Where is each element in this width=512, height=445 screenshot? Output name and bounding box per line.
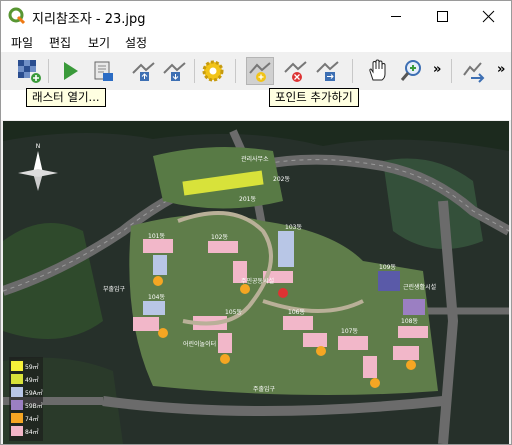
raster-grid-plus-icon — [18, 60, 41, 83]
toolbar-separator — [48, 59, 49, 83]
toolbar-separator — [451, 59, 452, 83]
map-legend: 59㎡ 49㎡ 59A㎡ 59B㎡ 74㎡ 84㎡ — [9, 357, 43, 441]
legend-swatch-2 — [11, 387, 23, 397]
georeferencer-window: 지리참조자 - 23.jpg 파일 편집 보기 설정 » » N 59㎡ 49㎡… — [0, 0, 512, 445]
building-label: 106동 — [288, 309, 305, 316]
minimize-button[interactable] — [373, 1, 419, 32]
area-label: 주민공동시설 — [241, 277, 274, 285]
close-button[interactable] — [465, 1, 511, 32]
building-label: 103동 — [285, 224, 302, 231]
gear-icon — [202, 60, 224, 82]
building-label: 108동 — [401, 318, 418, 325]
toolbar-overflow-button[interactable]: » — [433, 62, 441, 77]
play-icon — [64, 62, 78, 80]
toolbar-separator — [352, 59, 353, 83]
legend-swatch-0 — [11, 361, 23, 371]
link-georeferencer-button[interactable] — [461, 57, 489, 85]
pan-button[interactable] — [364, 57, 392, 85]
toolbar-overflow-button-2[interactable]: » — [497, 62, 505, 77]
building-label: 109동 — [379, 264, 396, 271]
legend-label-1: 49㎡ — [25, 376, 39, 384]
toolbar: » » — [1, 54, 511, 88]
menu-edit[interactable]: 편집 — [49, 34, 71, 51]
add-point-tooltip: 포인트 추가하기 — [269, 88, 359, 107]
generate-gdal-script-button[interactable] — [89, 57, 117, 85]
area-label: 주출입구 — [253, 385, 276, 393]
move-gcp-icon — [316, 61, 339, 81]
menu-file[interactable]: 파일 — [11, 34, 33, 51]
minimize-icon — [391, 16, 401, 17]
maximize-icon — [437, 11, 448, 22]
load-gcp-points-button[interactable] — [130, 57, 158, 85]
legend-label-3: 59B㎡ — [25, 402, 43, 410]
building-label: 107동 — [341, 328, 358, 335]
building-label: 201동 — [239, 196, 256, 203]
area-label: 근린생활시설 — [403, 283, 436, 291]
legend-swatch-4 — [11, 413, 23, 423]
maximize-button[interactable] — [419, 1, 465, 32]
script-scroll-icon — [94, 61, 113, 81]
open-raster-button[interactable] — [15, 57, 43, 85]
open-raster-tooltip: 래스터 열기... — [26, 88, 106, 107]
site-plan-image: N 59㎡ 49㎡ 59A㎡ 59B㎡ 74㎡ 84㎡ 101동 102동 10… — [3, 121, 509, 444]
save-gcp-points-button[interactable] — [161, 57, 189, 85]
area-label: 어린이놀이터 — [183, 340, 216, 348]
legend-label-5: 84㎡ — [25, 428, 39, 436]
building-label: 102동 — [211, 234, 228, 241]
delete-point-icon — [284, 61, 307, 82]
window-title: 지리참조자 - 23.jpg — [32, 12, 146, 27]
delete-point-button[interactable] — [282, 57, 310, 85]
building-label: 101동 — [148, 233, 165, 240]
toolbar-separator — [194, 59, 195, 83]
area-label: 부출입구 — [103, 285, 126, 293]
menu-bar: 파일 편집 보기 설정 — [1, 32, 511, 52]
area-label: 관리사무소 — [241, 155, 269, 163]
add-point-button[interactable] — [246, 57, 274, 85]
hand-icon — [369, 59, 386, 81]
zoom-in-button[interactable] — [398, 57, 426, 85]
legend-swatch-3 — [11, 400, 23, 410]
add-point-icon — [249, 62, 271, 82]
close-icon — [482, 10, 495, 23]
title-bar[interactable]: 지리참조자 - 23.jpg — [1, 1, 511, 32]
legend-swatch-5 — [11, 426, 23, 436]
link-arrow-icon — [463, 62, 485, 83]
building-label: 202동 — [273, 176, 290, 183]
legend-label-2: 59A㎡ — [25, 389, 43, 397]
legend-label-4: 74㎡ — [25, 415, 39, 423]
qgis-logo-icon — [8, 7, 26, 25]
gcp-save-icon — [163, 62, 186, 81]
zoom-in-icon — [400, 60, 421, 81]
gcp-load-icon — [132, 62, 155, 81]
map-canvas[interactable]: N 59㎡ 49㎡ 59A㎡ 59B㎡ 74㎡ 84㎡ 101동 102동 10… — [3, 121, 509, 444]
legend-label-0: 59㎡ — [25, 363, 39, 371]
start-georeferencing-button[interactable] — [56, 57, 84, 85]
transformation-settings-button[interactable] — [199, 57, 227, 85]
legend-swatch-1 — [11, 374, 23, 384]
menu-view[interactable]: 보기 — [88, 34, 110, 51]
building-label: 105동 — [225, 309, 242, 316]
toolbar-separator — [235, 59, 236, 83]
move-gcp-button[interactable] — [314, 57, 342, 85]
menu-settings[interactable]: 설정 — [125, 34, 147, 51]
north-label: N — [36, 143, 41, 150]
building-label: 104동 — [148, 294, 165, 301]
